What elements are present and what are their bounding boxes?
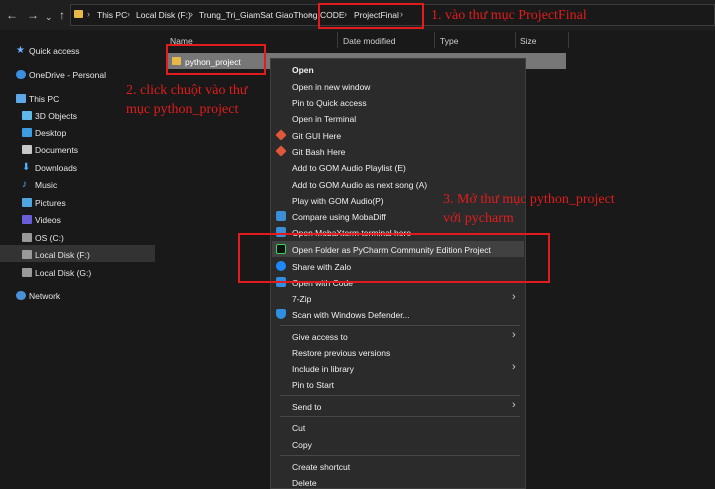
menu-item-git-gui[interactable]: Git GUI Here: [292, 131, 341, 141]
drive-icon: [22, 233, 32, 242]
sidebar-item-desktop[interactable]: Desktop: [35, 128, 66, 138]
pictures-icon: [22, 198, 32, 207]
computer-icon: [16, 94, 26, 103]
sidebar-item-onedrive[interactable]: OneDrive - Personal: [29, 70, 106, 80]
menu-item-copy[interactable]: Copy: [292, 440, 312, 450]
back-arrow-icon[interactable]: ←: [6, 8, 18, 22]
column-divider[interactable]: [515, 32, 516, 48]
submenu-arrow-icon: ›: [512, 291, 516, 303]
chevron-right-icon: ›: [127, 9, 130, 19]
menu-item-open-new-window[interactable]: Open in new window: [292, 82, 370, 92]
menu-item-restore-versions[interactable]: Restore previous versions: [292, 348, 390, 358]
column-header-type[interactable]: Type: [440, 36, 458, 46]
menu-item-mobadiff[interactable]: Compare using MobaDiff: [292, 212, 386, 222]
sidebar-item-quick-access[interactable]: Quick access: [29, 46, 80, 56]
chevron-right-icon: ›: [309, 9, 312, 19]
cube-icon: [22, 111, 32, 120]
shield-icon: [276, 309, 286, 319]
menu-item-include-library[interactable]: Include in library: [292, 364, 354, 374]
annotation-step3-line2: với pycharm: [443, 211, 514, 226]
menu-item-delete[interactable]: Delete: [292, 478, 317, 488]
menu-item-cut[interactable]: Cut: [292, 423, 305, 433]
sidebar-item-local-disk-f[interactable]: Local Disk (F:): [35, 250, 90, 260]
annotation-step2-line2: mục python_project: [126, 102, 239, 117]
annotation-box-step1: [318, 3, 424, 29]
breadcrumb-project-folder[interactable]: Trung_Tri_GiamSat GiaoThong: [199, 10, 317, 20]
music-note-icon: ♪: [22, 179, 27, 190]
chevron-right-icon: ›: [87, 9, 90, 19]
breadcrumb-this-pc[interactable]: This PC: [97, 10, 127, 20]
annotation-box-step2: [166, 44, 266, 75]
menu-item-git-bash[interactable]: Git Bash Here: [292, 147, 345, 157]
video-icon: [22, 215, 32, 224]
menu-item-open[interactable]: Open: [292, 65, 314, 75]
sidebar-item-pictures[interactable]: Pictures: [35, 198, 66, 208]
sidebar-item-network[interactable]: Network: [29, 291, 60, 301]
drive-icon: [22, 250, 32, 259]
annotation-step3-line1: 3. Mở thư mục python_project: [443, 192, 615, 207]
column-divider[interactable]: [568, 32, 569, 48]
menu-separator: [280, 395, 520, 396]
submenu-arrow-icon: ›: [512, 399, 516, 411]
menu-item-send-to[interactable]: Send to: [292, 402, 321, 412]
drive-icon: [22, 268, 32, 277]
submenu-arrow-icon: ›: [512, 361, 516, 373]
menu-item-create-shortcut[interactable]: Create shortcut: [292, 462, 350, 472]
recent-chevron-icon[interactable]: ⌄: [45, 10, 53, 24]
menu-item-pin-start[interactable]: Pin to Start: [292, 380, 334, 390]
desktop-icon: [22, 128, 32, 137]
document-icon: [22, 145, 32, 154]
menu-item-7zip[interactable]: 7-Zip: [292, 294, 311, 304]
star-icon: ★: [16, 45, 25, 56]
sidebar-item-documents[interactable]: Documents: [35, 145, 78, 155]
folder-icon: [74, 10, 83, 18]
download-arrow-icon: ⬇: [22, 162, 31, 173]
menu-item-give-access[interactable]: Give access to: [292, 332, 348, 342]
mobadiff-icon: [276, 211, 286, 221]
chevron-right-icon: ›: [190, 9, 193, 19]
sidebar-item-this-pc[interactable]: This PC: [29, 94, 59, 104]
column-divider[interactable]: [434, 32, 435, 48]
up-arrow-icon[interactable]: ↑: [59, 8, 65, 22]
annotation-step1: 1. vào thư mục ProjectFinal: [431, 8, 587, 23]
menu-separator: [280, 416, 520, 417]
forward-arrow-icon[interactable]: →: [27, 8, 39, 22]
menu-item-gom-play[interactable]: Play with GOM Audio(P): [292, 196, 384, 206]
menu-item-pin-quick-access[interactable]: Pin to Quick access: [292, 98, 367, 108]
cloud-icon: [16, 70, 26, 79]
network-icon: [16, 291, 26, 300]
sidebar-item-3d-objects[interactable]: 3D Objects: [35, 111, 77, 121]
sidebar-item-videos[interactable]: Videos: [35, 215, 61, 225]
menu-item-gom-playlist[interactable]: Add to GOM Audio Playlist (E): [292, 163, 406, 173]
sidebar-item-downloads[interactable]: Downloads: [35, 163, 77, 173]
menu-separator: [280, 325, 520, 326]
annotation-step2-line1: 2. click chuột vào thư: [126, 83, 248, 98]
sidebar-item-local-disk-g[interactable]: Local Disk (G:): [35, 268, 91, 278]
annotation-box-step3: [238, 233, 550, 283]
menu-separator: [280, 455, 520, 456]
breadcrumb-local-disk[interactable]: Local Disk (F:): [136, 10, 191, 20]
column-header-size[interactable]: Size: [520, 36, 537, 46]
column-divider[interactable]: [337, 32, 338, 48]
sidebar-item-music[interactable]: Music: [35, 180, 57, 190]
menu-item-scan-defender[interactable]: Scan with Windows Defender...: [292, 310, 410, 320]
menu-item-gom-next[interactable]: Add to GOM Audio as next song (A): [292, 180, 427, 190]
column-header-date-modified[interactable]: Date modified: [343, 36, 395, 46]
submenu-arrow-icon: ›: [512, 329, 516, 341]
sidebar-item-os-c[interactable]: OS (C:): [35, 233, 64, 243]
menu-item-open-terminal[interactable]: Open in Terminal: [292, 114, 356, 124]
